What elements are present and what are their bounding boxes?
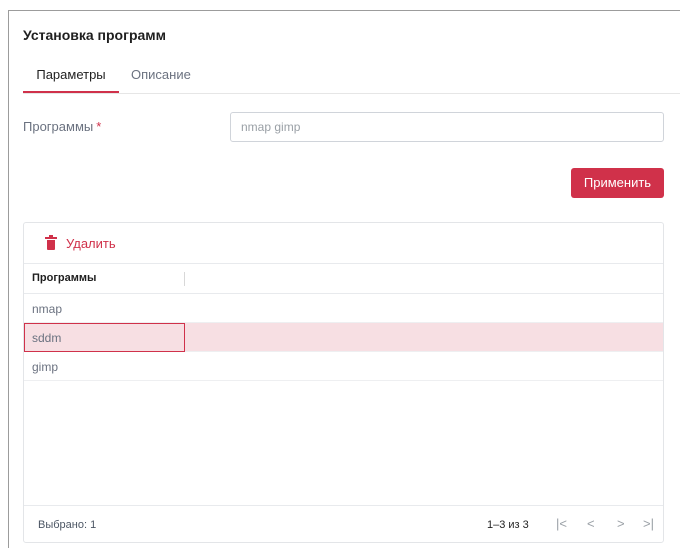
programs-label-text: Программы — [23, 119, 94, 134]
trash-icon — [45, 234, 57, 250]
next-page-icon[interactable]: > — [617, 516, 625, 531]
install-programs-window: Установка программ Параметры Описание Пр… — [8, 10, 680, 548]
last-page-icon[interactable]: >| — [643, 516, 654, 531]
table-cell: sddm — [32, 331, 62, 345]
table-row[interactable]: nmap — [24, 294, 663, 323]
column-separator[interactable] — [184, 272, 185, 286]
table-cell: gimp — [32, 360, 59, 374]
column-header-programs[interactable]: Программы — [32, 272, 96, 284]
apply-button[interactable]: Применить — [571, 168, 664, 198]
tabs-divider — [23, 93, 680, 94]
required-mark: * — [96, 119, 102, 134]
tab-parameters[interactable]: Параметры — [23, 65, 119, 93]
table-footer: Выбрано: 1 1–3 из 3 |< < > >| — [24, 505, 663, 543]
programs-table-card: Удалить Программы nmap sddm gimp Выбрано… — [23, 222, 664, 543]
table-row-selected[interactable]: sddm — [24, 323, 663, 352]
first-page-icon[interactable]: |< — [556, 516, 567, 531]
programs-field-label: Программы * — [23, 119, 101, 134]
delete-button-label: Удалить — [66, 235, 116, 251]
selected-count: Выбрано: 1 — [38, 519, 97, 531]
page-title: Установка программ — [23, 27, 166, 43]
delete-button[interactable]: Удалить — [45, 233, 116, 253]
table-header: Программы — [24, 263, 663, 294]
table-cell: nmap — [32, 302, 63, 316]
prev-page-icon[interactable]: < — [587, 516, 595, 531]
table-row[interactable]: gimp — [24, 352, 663, 381]
programs-input[interactable]: nmap gimp — [230, 112, 664, 142]
pagination-range: 1–3 из 3 — [487, 519, 529, 531]
tab-description[interactable]: Описание — [131, 65, 191, 93]
